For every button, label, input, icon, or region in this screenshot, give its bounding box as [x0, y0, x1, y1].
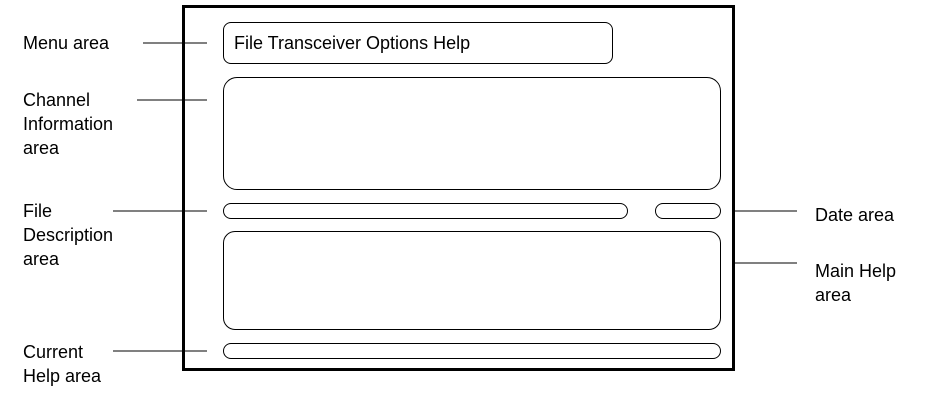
channel-information-area-label: Channel Information area: [23, 90, 114, 158]
main-help-box: [223, 231, 721, 330]
channel-information-box: [223, 77, 721, 190]
menu-area-box[interactable]: File Transceiver Options Help: [223, 22, 613, 64]
file-description-area-label: File Description area: [23, 201, 114, 269]
current-help-box: [223, 343, 721, 359]
menu-area-label: Menu area: [23, 33, 110, 53]
main-help-area-label: Main Help area: [815, 261, 897, 305]
date-area-label: Date area: [815, 205, 895, 225]
menu-text: File Transceiver Options Help: [234, 32, 471, 53]
current-help-area-label: Current Help area: [23, 342, 102, 386]
file-description-box: [223, 203, 628, 219]
date-box: [655, 203, 721, 219]
